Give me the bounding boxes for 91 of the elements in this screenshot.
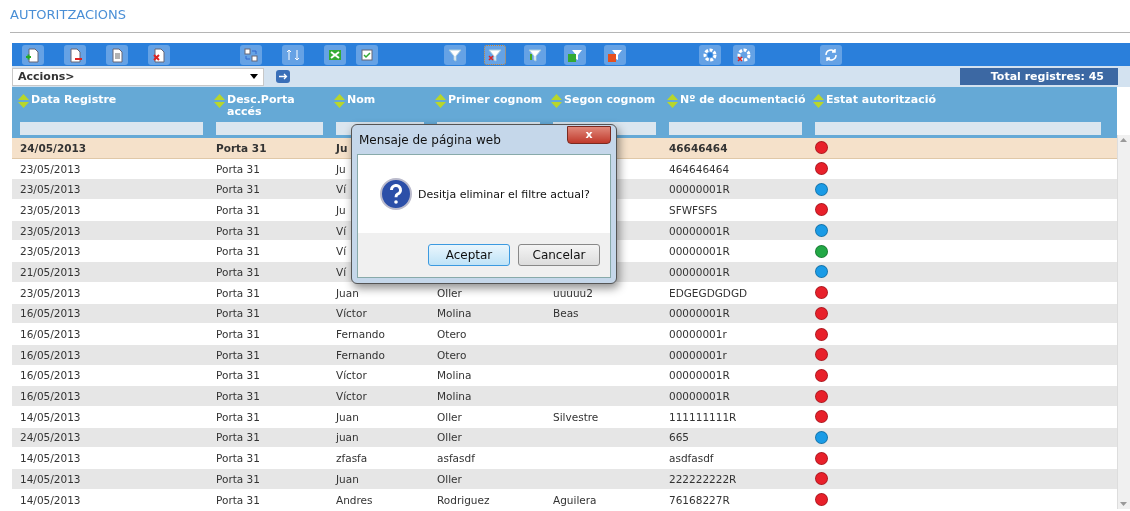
table-cell: 76168227R — [669, 493, 730, 506]
table-cell: Oller — [437, 286, 462, 299]
table-cell: 00000001R — [669, 245, 730, 258]
table-cell: Juan — [336, 472, 359, 485]
table-cell: Porta 31 — [216, 493, 260, 506]
table-cell: EDGEGDGDGD — [669, 286, 748, 299]
table-cell: Ví — [336, 224, 347, 237]
table-cell: Ju — [336, 203, 346, 216]
table-cell: Beas — [553, 307, 579, 320]
table-cell: SFWFSFS — [669, 203, 718, 216]
table-cell: 16/05/2013 — [20, 369, 81, 382]
table-cell: 23/05/2013 — [20, 183, 81, 196]
table-cell: asdfasdf — [669, 452, 714, 465]
table-cell: 16/05/2013 — [20, 328, 81, 341]
table-cell: 23/05/2013 — [20, 245, 81, 258]
table-cell: Porta 31 — [216, 162, 260, 175]
table-cell: Ju — [336, 141, 348, 154]
table-cell: 464646464 — [669, 162, 730, 175]
table-cell: Porta 31 — [216, 452, 260, 465]
table-cell: 24/05/2013 — [20, 431, 81, 444]
table-cell: Oller — [437, 410, 462, 423]
table-cell: 14/05/2013 — [20, 493, 81, 506]
table-cell: Víctor — [336, 307, 367, 320]
table-cell: Rodriguez — [437, 493, 490, 506]
table-cell: 00000001R — [669, 183, 730, 196]
table-cell: 23/05/2013 — [20, 162, 81, 175]
table-cell: 00000001R — [669, 224, 730, 237]
dialog-message: Desitja eliminar el filtre actual? — [418, 187, 590, 201]
table-cell: Andres — [336, 493, 373, 506]
table-cell: zfasfa — [336, 452, 368, 465]
table-cell: Porta 31 — [216, 328, 260, 341]
table-cell: 23/05/2013 — [20, 203, 81, 216]
table-cell: Fernando — [336, 348, 385, 361]
table-cell: 00000001r — [669, 328, 727, 341]
page-title: AUTORITZACIONS — [9, 6, 128, 24]
table-cell: Porta 31 — [216, 348, 260, 361]
table-cell: Ví — [336, 265, 347, 278]
table-cell: Porta 31 — [216, 410, 260, 423]
table-cell: Porta 31 — [216, 183, 260, 196]
table-cell: 222222222R — [669, 472, 737, 485]
dialog-title: Mensaje de página web — [358, 132, 501, 147]
table-cell: Porta 31 — [216, 472, 260, 485]
table-cell: 23/05/2013 — [20, 224, 81, 237]
table-cell: Molina — [437, 369, 472, 382]
table-cell: Porta 31 — [216, 369, 260, 382]
table-cell: Porta 31 — [216, 203, 260, 216]
table-cell: 111111111R — [669, 410, 737, 423]
table-cell: Juan — [336, 410, 359, 423]
table-cell: 46646464 — [669, 141, 728, 154]
table-cell: 00000001R — [669, 369, 730, 382]
table-cell: 00000001R — [669, 390, 730, 403]
table-cell: Silvestre — [553, 410, 599, 423]
table-cell: Porta 31 — [216, 307, 260, 320]
table-cell: Víctor — [336, 369, 367, 382]
table-cell: Porta 31 — [216, 286, 260, 299]
table-cell: 14/05/2013 — [20, 410, 81, 423]
table-cell: Ju — [336, 162, 346, 175]
table-cell: Juan — [336, 286, 359, 299]
total-records: Total registres: 45 — [960, 68, 1118, 85]
table-cell: 14/05/2013 — [20, 452, 81, 465]
table-cell: Porta 31 — [216, 224, 260, 237]
table-cell: Oller — [437, 472, 462, 485]
table-cell: 14/05/2013 — [20, 472, 81, 485]
table-cell: Porta 31 — [216, 265, 260, 278]
table-cell: Otero — [437, 348, 467, 361]
table-cell: Porta 31 — [216, 431, 260, 444]
table-cell: Porta 31 — [216, 141, 267, 154]
table-cell: uuuuu2 — [553, 286, 593, 299]
table-cell: juan — [336, 431, 359, 444]
table-cell: 21/05/2013 — [20, 265, 81, 278]
table-cell: 24/05/2013 — [20, 141, 87, 154]
table-cell: 23/05/2013 — [20, 286, 81, 299]
table-cell: Molina — [437, 390, 472, 403]
table-cell: Otero — [437, 328, 467, 341]
table-cell: 00000001R — [669, 307, 730, 320]
table-cell: 00000001R — [669, 265, 730, 278]
table-cell: Aguilera — [553, 493, 597, 506]
table-cell: Víctor — [336, 390, 367, 403]
table-cell: 16/05/2013 — [20, 307, 81, 320]
table-cell: Porta 31 — [216, 245, 260, 258]
table-cell: Ví — [336, 183, 347, 196]
table-cell: Fernando — [336, 328, 385, 341]
table-cell: 665 — [669, 431, 690, 444]
table-cell: Oller — [437, 431, 462, 444]
table-cell: Molina — [437, 307, 472, 320]
table-cell: asfasdf — [437, 452, 475, 465]
table-cell: Porta 31 — [216, 390, 260, 403]
table-cell: 16/05/2013 — [20, 390, 81, 403]
table-cell: 00000001r — [669, 348, 727, 361]
table-cell: Ví — [336, 245, 347, 258]
table-cell: 16/05/2013 — [20, 348, 81, 361]
